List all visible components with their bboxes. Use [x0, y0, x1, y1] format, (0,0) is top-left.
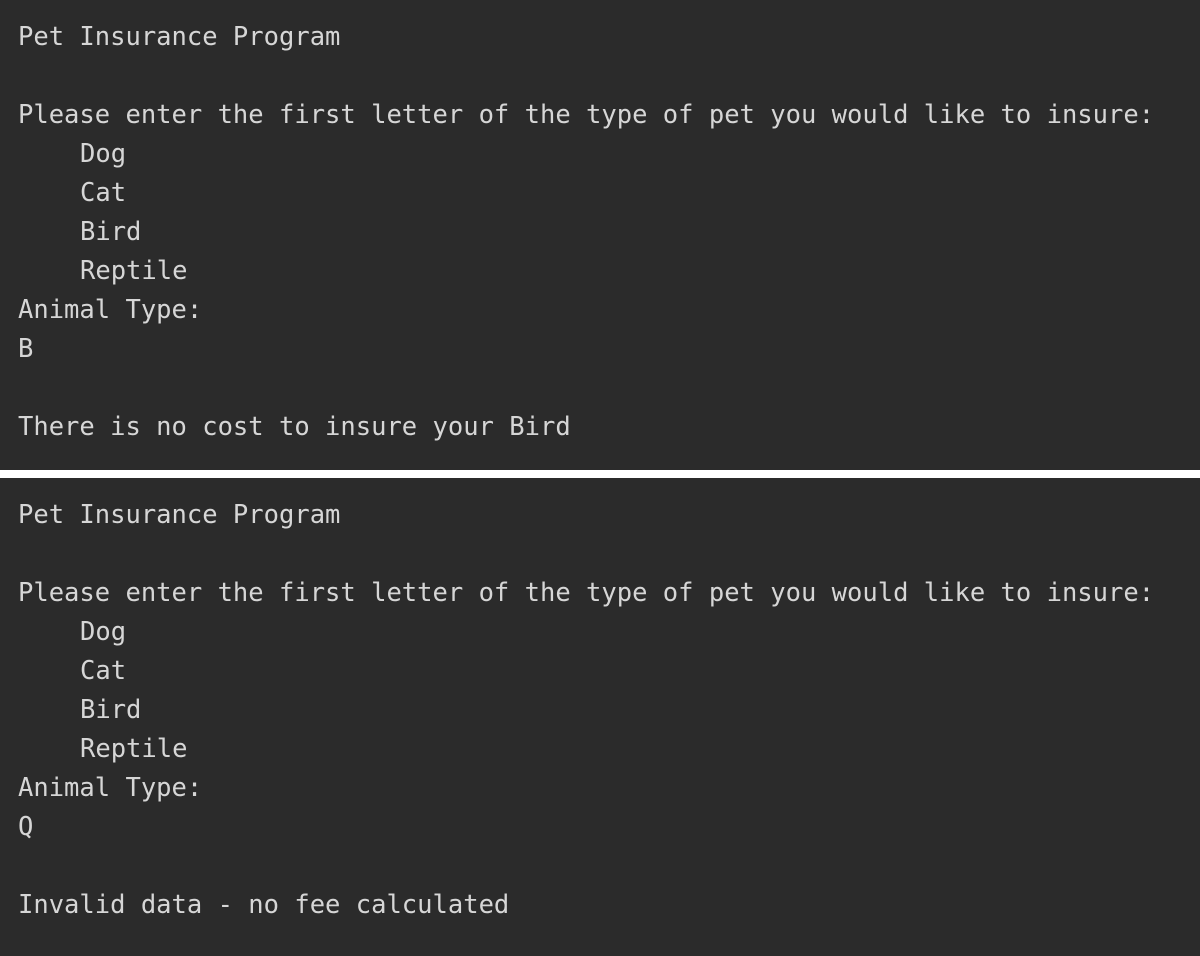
result-message: There is no cost to insure your Bird	[18, 412, 571, 442]
prompt-text: Please enter the first letter of the typ…	[18, 578, 1155, 608]
pet-option-cat: Cat	[80, 656, 127, 686]
animal-type-input-value[interactable]: Q	[0, 808, 1200, 847]
pet-option-reptile: Reptile	[80, 256, 188, 286]
console-panel-run-2: Pet Insurance Program Please enter the f…	[0, 478, 1200, 956]
console-output-stack: Pet Insurance Program Please enter the f…	[0, 0, 1200, 956]
console-panel-run-1: Pet Insurance Program Please enter the f…	[0, 0, 1200, 470]
pet-option-reptile: Reptile	[80, 734, 188, 764]
pet-option-dog: Dog	[80, 617, 127, 647]
program-title: Pet Insurance Program	[18, 22, 341, 52]
animal-type-label: Animal Type:	[18, 295, 203, 325]
prompt-text: Please enter the first letter of the typ…	[18, 100, 1155, 130]
program-title: Pet Insurance Program	[18, 500, 341, 530]
pet-option-bird: Bird	[80, 695, 142, 725]
pet-option-bird: Bird	[80, 217, 142, 247]
animal-type-label: Animal Type:	[18, 773, 203, 803]
result-message: Invalid data - no fee calculated	[18, 890, 510, 920]
pet-option-dog: Dog	[80, 139, 127, 169]
pet-option-cat: Cat	[80, 178, 127, 208]
animal-type-input-value[interactable]: B	[0, 330, 1200, 369]
panel-divider	[0, 470, 1200, 478]
